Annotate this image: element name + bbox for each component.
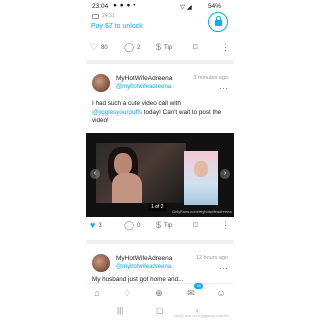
bookmark-icon[interactable]: ⌑ (193, 42, 198, 53)
post-separator (86, 60, 234, 64)
media-watermark: OnlyFans.com/myhotwifeadreena (172, 209, 232, 214)
comment-icon: ◯ (124, 220, 135, 230)
next-arrow-icon[interactable]: › (220, 169, 230, 179)
post-header: MyHotWifeAdreena @myhotwifeadreena 3 min… (86, 72, 234, 96)
more-options-icon[interactable]: ⋯ (219, 263, 228, 274)
image-face (114, 153, 132, 175)
avatar[interactable] (92, 74, 110, 92)
home-button-icon[interactable]: ▢ (156, 306, 164, 315)
comment-button[interactable]: ◯ 0 (124, 221, 140, 230)
more-options-icon[interactable]: ⋮ (221, 220, 230, 231)
locked-post-actions: ♡ 80 ◯ 2 $ Tip ⌑ ⋮ (86, 41, 234, 55)
system-nav-bar: ||| ▢ ‹ (0, 301, 320, 320)
status-bar: 23:04 ● ● ● • ▽ ◢ 54% (0, 0, 320, 12)
bottom-tab-bar: ⌂ ♢ ⊕ ✉ ☺ (86, 283, 234, 301)
image-body (112, 173, 142, 203)
comment-button[interactable]: ◯ 2 (124, 43, 140, 52)
messages-badge: 18 (194, 283, 203, 289)
dollar-icon: $ (156, 42, 162, 52)
clock: 23:04 (92, 3, 109, 10)
prev-arrow-icon[interactable]: ‹ (90, 169, 100, 179)
add-post-icon[interactable]: ⊕ (152, 286, 166, 300)
post-handle[interactable]: @myhotwifeadreena (116, 264, 171, 270)
post-text: I had such a cute video call with @jiggl… (92, 100, 222, 124)
heart-icon: ♡ (90, 42, 99, 52)
lock-icon[interactable] (208, 12, 228, 32)
dollar-icon: $ (156, 220, 162, 230)
tip-label: Tip (164, 222, 173, 229)
like-button[interactable]: ♥ 3 (90, 221, 102, 230)
battery-level: 54% (208, 3, 222, 10)
more-options-icon[interactable]: ⋮ (221, 42, 230, 53)
like-button[interactable]: ♡ 80 (90, 43, 108, 52)
pay-to-unlock-button[interactable]: Pay $7 to unlock (91, 23, 143, 30)
mention-link[interactable]: @jigglesyourpuffs (92, 109, 142, 116)
post-username[interactable]: MyHotWifeAdreena (116, 75, 172, 82)
home-icon[interactable]: ⌂ (90, 286, 104, 300)
post-time: 12 hours ago (195, 255, 228, 261)
media-counter: 1 of 2 (148, 203, 167, 211)
video-icon (92, 14, 99, 19)
post-time: 3 minutes ago (193, 75, 228, 81)
thumbnail-face (194, 161, 208, 177)
more-options-icon[interactable]: ⋯ (219, 83, 228, 94)
avatar[interactable] (92, 254, 110, 272)
post-separator (86, 240, 234, 244)
profile-icon[interactable]: ☺ (214, 286, 228, 300)
signal-icon: ▽ ◢ (180, 4, 192, 11)
tip-label: Tip (164, 44, 173, 51)
tip-button[interactable]: $ Tip (156, 43, 172, 52)
notifications-icon[interactable]: ♢ (120, 286, 134, 300)
recents-icon[interactable]: ||| (117, 306, 123, 315)
like-count: 80 (101, 44, 108, 51)
post-username[interactable]: MyHotWifeAdreena (116, 255, 172, 262)
post-actions: ♥ 3 ◯ 0 $ Tip ⌑ ⋮ (86, 219, 234, 233)
comment-icon: ◯ (124, 42, 135, 52)
comment-count: 0 (137, 222, 141, 229)
tip-button[interactable]: $ Tip (156, 221, 172, 230)
bookmark-icon[interactable]: ⌑ (193, 220, 198, 231)
heart-icon: ♥ (90, 220, 96, 230)
screen-watermark: OnlyFans.com/jigglesyourpuffs (174, 313, 229, 318)
post-header: MyHotWifeAdreena @myhotwifeadreena 12 ho… (86, 252, 234, 276)
like-count: 3 (98, 222, 102, 229)
video-duration: 24:31 (102, 13, 115, 19)
notification-icons: ● ● ● • (113, 2, 136, 9)
comment-count: 2 (137, 44, 141, 51)
post-handle[interactable]: @myhotwifeadreena (116, 84, 171, 90)
post-text: My husband just got home and... (92, 276, 184, 283)
video-call-thumbnail (184, 151, 218, 205)
media-carousel[interactable]: ‹ › 1 of 2 (86, 133, 234, 217)
